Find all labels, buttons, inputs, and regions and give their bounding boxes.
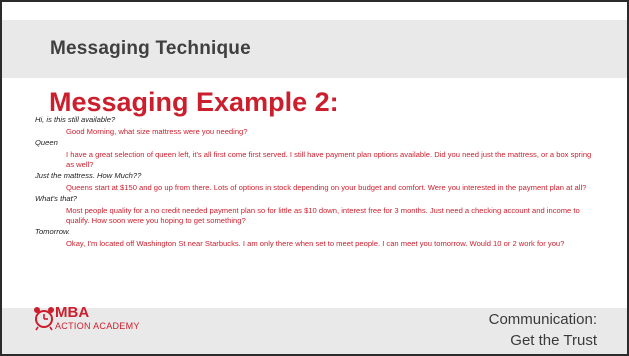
seller-message: Most people quality for a no credit need…	[66, 206, 580, 225]
example-title: Messaging Example 2:	[49, 87, 339, 117]
customer-message: What's that?	[35, 194, 77, 203]
customer-message: Hi, is this still available?	[35, 115, 116, 124]
logo-subtitle-text: ACTION ACADEMY	[55, 321, 140, 331]
slide: Messaging Technique Messaging Example 2:…	[0, 0, 629, 356]
customer-message: Just the mattress. How Much??	[35, 171, 142, 180]
customer-message: Queen	[35, 138, 58, 147]
seller-message: I have a great selection of queen left, …	[66, 150, 592, 169]
brand-logo: MBA ACTION ACADEMY	[32, 302, 192, 342]
seller-message: Queens start at $150 and go up from ther…	[66, 183, 587, 192]
seller-message: Good Morning, what size mattress were yo…	[66, 127, 248, 136]
seller-message: Okay, I'm located off Washington St near…	[66, 239, 565, 248]
section-title: Messaging Technique	[50, 38, 251, 59]
tagline-line-1: Communication:	[488, 311, 597, 328]
message-transcript: Hi, is this still available? Good Mornin…	[35, 115, 595, 250]
tagline-line-2: Get the Trust	[510, 332, 597, 349]
alarm-clock-icon	[34, 307, 54, 331]
customer-message: Tomorrow.	[35, 227, 71, 236]
tagline: Communication: Get the Trust	[489, 309, 597, 351]
logo-brand-text: MBA	[55, 304, 90, 321]
